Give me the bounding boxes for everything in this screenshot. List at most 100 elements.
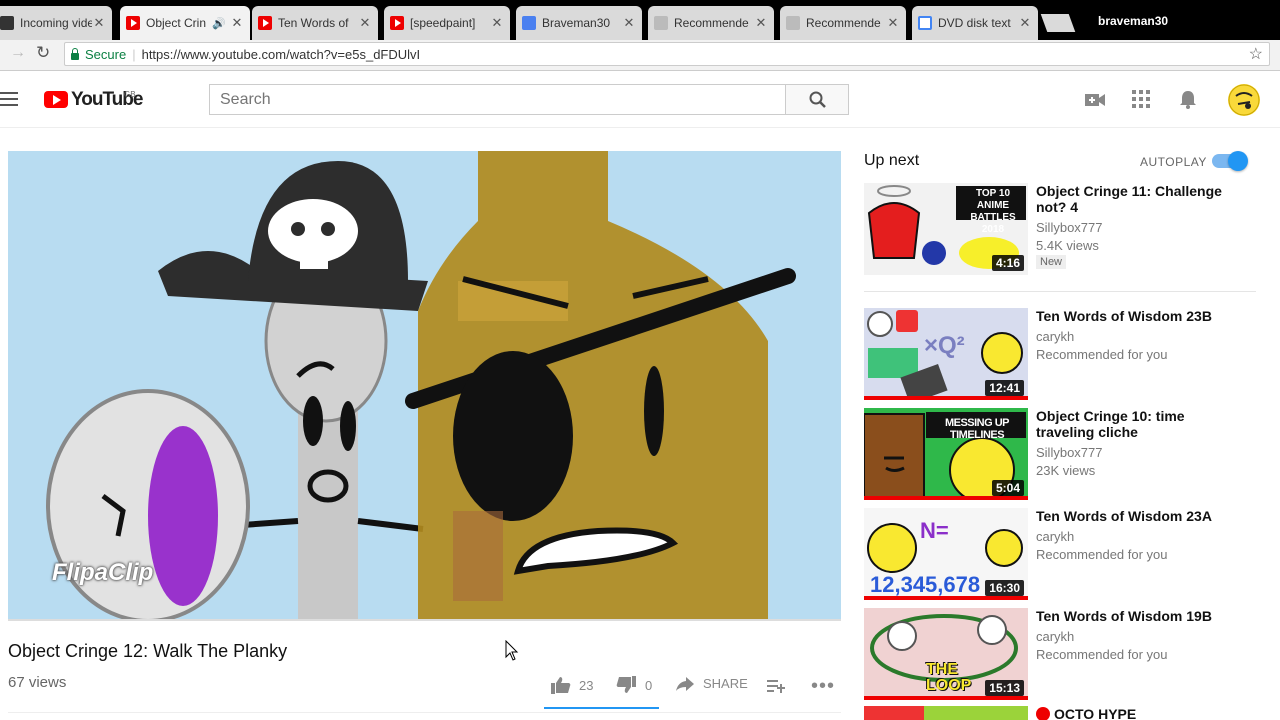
close-icon[interactable]: ✕ — [754, 15, 768, 31]
sentiment-bar — [544, 707, 659, 709]
search-input[interactable] — [209, 84, 786, 115]
video-thumbnail[interactable] — [864, 706, 1028, 720]
svg-text:12,345,678: 12,345,678 — [870, 572, 980, 597]
close-icon[interactable]: ✕ — [358, 15, 372, 31]
autoplay-toggle-knob[interactable] — [1228, 151, 1248, 171]
video-thumbnail[interactable]: THE LOOP 15:13 — [864, 608, 1028, 700]
video-progress-bar[interactable] — [8, 619, 841, 621]
video-title[interactable]: Ten Words of Wisdom 23B — [1036, 308, 1236, 324]
tab-braveman-doc[interactable]: Braveman30 ✕ — [516, 6, 642, 40]
tab-title: Recommende — [674, 16, 749, 30]
docs-icon — [522, 16, 536, 30]
view-count: 67 views — [8, 674, 67, 691]
share-arrow-icon — [676, 676, 694, 691]
channel-name[interactable]: Sillybox777 — [1036, 445, 1103, 460]
video-thumbnail[interactable]: TOP 10 ANIME BATTLES 2018 4:16 — [864, 183, 1028, 275]
video-thumbnail[interactable]: ×Q² 12:41 — [864, 308, 1028, 400]
tab-speedpaint[interactable]: [speedpaint] ✕ — [384, 6, 510, 40]
thumbnail-art — [924, 706, 1028, 720]
video-title[interactable]: OCTO HYPE — [1036, 706, 1236, 720]
forward-arrow-icon[interactable]: → — [10, 44, 26, 62]
tab-title: Ten Words of — [278, 16, 349, 30]
recommended-video[interactable]: ×Q² 12:41 Ten Words of Wisdom 23B carykh… — [864, 308, 1264, 403]
video-thumbnail[interactable]: N= 12,345,678 16:30 — [864, 508, 1028, 600]
lock-icon — [71, 47, 79, 60]
url-text[interactable]: https://www.youtube.com/watch?v=e5s_dFDU… — [142, 47, 421, 62]
share-button[interactable]: SHARE — [676, 676, 748, 691]
youtube-icon — [390, 16, 404, 30]
video-title[interactable]: Ten Words of Wisdom 19B — [1036, 608, 1236, 624]
thumbs-up-icon — [551, 677, 571, 694]
up-next-heading: Up next — [864, 152, 920, 169]
thumbnail-caption: MESSING UP TIMELINES — [944, 417, 1010, 441]
close-icon[interactable]: ✕ — [886, 15, 900, 31]
channel-name[interactable]: carykh — [1036, 629, 1074, 644]
tab-title: [speedpaint] — [410, 16, 476, 30]
thumbnail-caption: TOP 10 ANIME BATTLES 2018 — [970, 188, 1016, 235]
video-title[interactable]: Object Cringe 10: time traveling cliche — [1036, 408, 1236, 440]
recommended-video[interactable]: MESSING UP TIMELINES 5:04 Object Cringe … — [864, 408, 1264, 503]
dislike-button[interactable]: 0 — [616, 676, 652, 694]
video-duration: 5:04 — [991, 480, 1024, 496]
separator: | — [132, 46, 136, 62]
video-title[interactable]: Object Cringe 11: Challenge not? 4 — [1036, 183, 1236, 215]
recommended-video[interactable]: OCTO HYPE — [864, 706, 1264, 720]
video-title[interactable]: Ten Words of Wisdom 23A — [1036, 508, 1236, 524]
flipaclip-watermark: FlipaClip — [52, 559, 154, 586]
speaker-icon[interactable]: 🔊 — [212, 17, 226, 30]
secure-label: Secure — [85, 46, 127, 62]
video-duration: 15:13 — [985, 680, 1024, 696]
channel-name[interactable]: Sillybox777 — [1036, 220, 1103, 235]
thumbs-down-icon — [616, 676, 636, 693]
tab-object-cringe[interactable]: Object Crin 🔊 ✕ — [120, 6, 250, 40]
bookmark-star-icon[interactable]: ☆ — [1249, 44, 1263, 64]
close-icon[interactable]: ✕ — [92, 15, 106, 31]
close-icon[interactable]: ✕ — [1018, 15, 1032, 31]
tab-incoming-video[interactable]: Incoming vide ✕ — [0, 6, 112, 40]
video-duration: 16:30 — [985, 580, 1024, 596]
recommended-video[interactable]: THE LOOP 15:13 Ten Words of Wisdom 19B c… — [864, 608, 1264, 703]
tab-title: DVD disk text — [938, 16, 1011, 30]
youtube-logo-icon[interactable] — [44, 91, 68, 108]
tab-title: Incoming vide — [20, 16, 92, 30]
red-circle-icon — [1036, 707, 1050, 720]
video-frame-illustration — [8, 151, 841, 620]
like-count: 23 — [579, 677, 594, 693]
recommended-label: Recommended for you — [1036, 547, 1168, 562]
menu-icon[interactable] — [0, 92, 18, 110]
apps-grid-icon[interactable] — [1132, 90, 1150, 108]
tab-dvd-disk[interactable]: DVD disk text ✕ — [912, 6, 1038, 40]
upload-video-icon[interactable] — [1084, 91, 1106, 109]
autoplay-label: AUTOPLAY — [1140, 155, 1207, 169]
channel-name[interactable]: carykh — [1036, 529, 1074, 544]
region-label: GB — [124, 90, 136, 99]
video-views: 23K views — [1036, 463, 1096, 478]
like-button[interactable]: 23 — [551, 676, 593, 694]
dislike-count: 0 — [645, 677, 653, 693]
add-to-playlist-icon[interactable] — [767, 678, 787, 694]
tab-title: Object Crin — [146, 16, 207, 30]
more-actions-icon[interactable]: ••• — [811, 675, 835, 698]
search-button[interactable] — [785, 84, 849, 115]
notifications-bell-icon[interactable] — [1179, 89, 1197, 109]
tab-recommended-1[interactable]: Recommende ✕ — [648, 6, 774, 40]
close-icon[interactable]: ✕ — [622, 15, 636, 31]
close-icon[interactable]: ✕ — [230, 15, 244, 31]
video-thumbnail[interactable]: MESSING UP TIMELINES 5:04 — [864, 408, 1028, 500]
tab-recommended-2[interactable]: Recommende ✕ — [780, 6, 906, 40]
address-bar[interactable]: Secure | https://www.youtube.com/watch?v… — [64, 42, 1270, 66]
channel-name[interactable]: carykh — [1036, 329, 1074, 344]
close-icon[interactable]: ✕ — [490, 15, 504, 31]
video-duration: 4:16 — [991, 255, 1024, 271]
recommended-video[interactable]: TOP 10 ANIME BATTLES 2018 4:16 Object Cr… — [864, 183, 1264, 278]
video-title-text: OCTO HYPE — [1054, 706, 1137, 720]
video-player[interactable]: FlipaClip — [8, 151, 841, 620]
recommended-video[interactable]: N= 12,345,678 16:30 Ten Words of Wisdom … — [864, 508, 1264, 603]
video-views: 5.4K views — [1036, 238, 1099, 253]
reload-icon[interactable]: ↻ — [36, 43, 50, 63]
avatar[interactable] — [1228, 84, 1260, 116]
recommended-label: Recommended for you — [1036, 647, 1168, 662]
recommended-label: Recommended for you — [1036, 347, 1168, 362]
profile-name[interactable]: braveman30 — [1098, 14, 1168, 28]
tab-ten-words[interactable]: Ten Words of ✕ — [252, 6, 378, 40]
